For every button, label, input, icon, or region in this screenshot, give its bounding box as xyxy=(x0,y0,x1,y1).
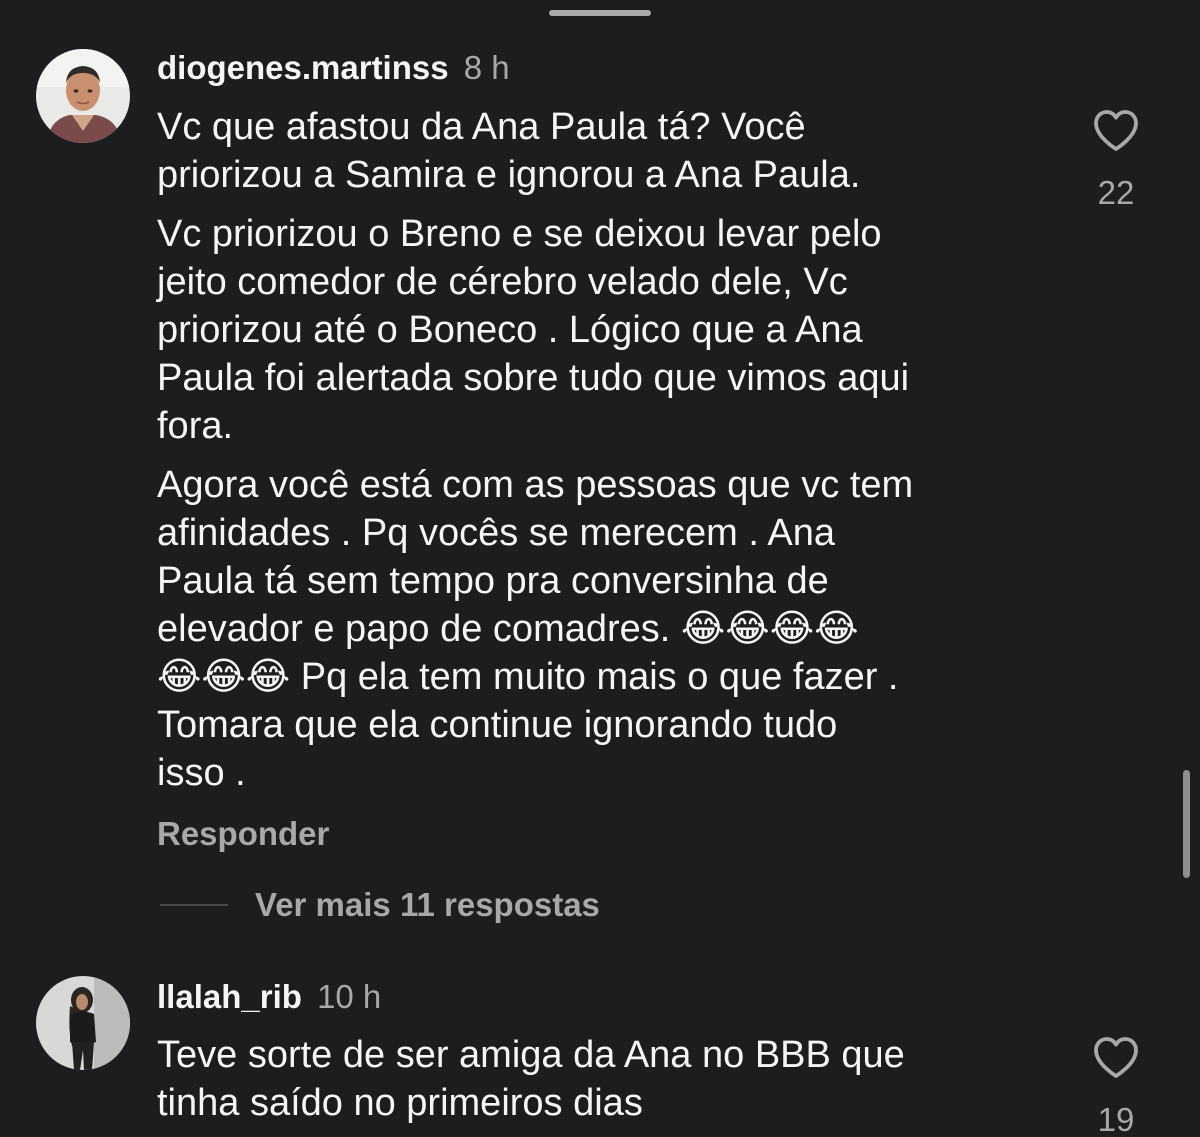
profile-photo xyxy=(36,976,130,1070)
heart-outline-icon xyxy=(1094,1037,1138,1078)
comment-header: diogenes.martinss 8 h xyxy=(157,48,510,88)
like-count: 22 xyxy=(1097,174,1135,211)
comments-sheet: diogenes.martinss 8 h Vc que afastou da … xyxy=(0,0,1200,1137)
like-button[interactable]: 22 xyxy=(1076,108,1156,212)
username[interactable]: llalah_rib xyxy=(157,978,302,1015)
sheet-drag-handle[interactable] xyxy=(549,10,651,16)
comment-text: Teve sorte de ser amiga da Ana no BBB qu… xyxy=(157,1031,1057,1127)
heart-outline-icon xyxy=(1094,110,1138,151)
like-button[interactable]: 19 xyxy=(1076,1035,1156,1137)
comment-paragraph: Teve sorte de ser amiga da Ana no BBB qu… xyxy=(157,1034,905,1124)
reply-button[interactable]: Responder xyxy=(157,815,329,853)
comment-paragraph: Vc priorizou o Breno e se deixou levar p… xyxy=(157,213,910,447)
comment-paragraph: Vc que afastou da Ana Paula tá? Você pri… xyxy=(157,106,861,196)
avatar[interactable] xyxy=(36,976,130,1070)
comment-paragraph: Agora você está com as pessoas que vc te… xyxy=(157,464,914,794)
comment-header: llalah_rib 10 h xyxy=(157,977,381,1017)
comment-time: 10 h xyxy=(317,978,382,1015)
replies-divider xyxy=(160,904,228,906)
like-count: 19 xyxy=(1097,1101,1135,1137)
comment-text: Vc que afastou da Ana Paula tá? Você pri… xyxy=(157,103,1057,797)
comment-time: 8 h xyxy=(463,49,510,86)
profile-photo xyxy=(36,49,130,143)
username[interactable]: diogenes.martinss xyxy=(157,49,449,86)
scroll-indicator[interactable] xyxy=(1183,770,1190,878)
view-replies-button[interactable]: Ver mais 11 respostas xyxy=(160,883,600,927)
view-replies-label: Ver mais 11 respostas xyxy=(255,886,600,923)
avatar[interactable] xyxy=(36,49,130,143)
